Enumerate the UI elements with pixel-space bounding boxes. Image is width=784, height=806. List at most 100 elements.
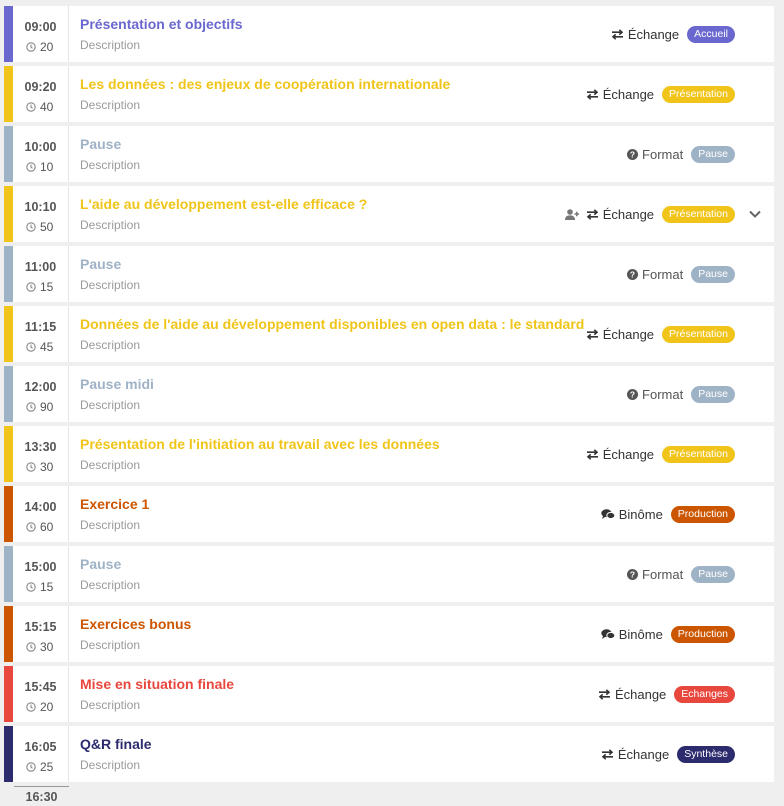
category-badge: Présentation [662,325,735,343]
session-description: Description [80,158,141,172]
agenda-row[interactable]: 09:00 20 Présentation et objectifs Descript… [4,6,774,62]
session-title[interactable]: Exercice 1 [80,496,149,512]
session-title[interactable]: Q&R finale [80,736,152,752]
exchange-type: Format [642,566,684,582]
category-color-bar [4,666,13,722]
time-column: 12:00 90 [13,366,69,422]
agenda-row[interactable]: 14:00 60 Exercice 1 Description Binôme Produc… [4,486,774,542]
category-badge: Présentation [662,85,735,103]
session-description: Description [80,638,141,652]
time-column: 15:15 30 [13,606,69,662]
start-time: 15:00 [24,560,57,574]
category-badge: Echanges [674,685,735,703]
session-title[interactable]: L'aide au développement est-elle efficac… [80,196,367,212]
agenda-row[interactable]: 15:45 20 Mise en situation finale Descripti… [4,666,774,722]
category-badge: Pause [691,385,735,403]
start-time: 09:20 [24,80,57,94]
category-badge: Production [670,505,735,523]
question-circle-icon: ? [627,388,639,400]
agenda-row[interactable]: 16:05 25 Q&R finale Description Échange Synth… [4,726,774,782]
session-title[interactable]: Présentation et objectifs [80,16,243,32]
exchange-type: Échange [602,206,655,222]
duration: 25 [26,760,53,774]
agenda-row[interactable]: 10:00 10 Pause Description? Format Pause [4,126,774,182]
arrows-exchange-icon [586,208,599,220]
agenda-row[interactable]: 10:10 50 L'aide au développement est-elle … [4,186,774,242]
agenda-row[interactable]: 13:30 30 Présentation de l'initiation au t… [4,426,774,482]
exchange-type: Format [642,146,684,162]
exchange-type: Binôme [618,626,663,642]
clock-icon [26,342,36,352]
duration: 45 [26,340,53,354]
session-title[interactable]: Pause [80,136,121,152]
duration: 50 [26,220,53,234]
time-column: 10:10 50 [13,186,69,242]
start-time: 11:00 [24,260,57,274]
duration: 60 [26,520,53,534]
start-time: 11:15 [24,320,57,334]
agenda-row[interactable]: 09:20 40 Les données : des enjeux de coopé… [4,66,774,122]
agenda-row[interactable]: 11:15 45 Données de l'aide au développemen… [4,306,774,362]
session-title[interactable]: Présentation de l'initiation au travail … [80,436,440,452]
agenda-row[interactable]: 15:00 15 Pause Description? Format Pause [4,546,774,602]
clock-icon [26,462,36,472]
time-column: 14:00 60 [13,486,69,542]
clock-icon [26,582,36,592]
session-title[interactable]: Mise en situation finale [80,676,234,692]
session-description: Description [80,338,141,352]
exchange-type: Échange [602,326,655,342]
category-badge: Production [670,625,735,643]
agenda-row[interactable]: 12:00 90 Pause midi Description? Format Pause [4,366,774,422]
session-meta: Échange Accueil [611,6,735,62]
session-meta: Échange Présentation [586,306,735,362]
start-time: 10:00 [24,140,57,154]
duration: 30 [26,460,53,474]
arrows-exchange-icon [586,328,599,340]
category-color-bar [4,126,13,182]
category-badge: Présentation [662,205,735,223]
session-title[interactable]: Données de l'aide au développement dispo… [80,316,584,332]
category-color-bar [4,246,13,302]
question-circle-icon: ? [627,268,639,280]
duration: 20 [26,700,53,714]
chevron-down-icon[interactable] [749,210,761,218]
session-title[interactable]: Pause [80,256,121,272]
duration-value: 30 [40,640,54,654]
agenda-row[interactable]: 15:15 30 Exercices bonus Description Binôme P… [4,606,774,662]
session-description: Description [80,458,141,472]
duration-value: 60 [40,520,54,534]
duration: 10 [26,160,53,174]
time-column: 11:00 15 [13,246,69,302]
exchange-type: Échange [614,686,667,702]
question-circle-icon: ? [627,568,639,580]
add-person-icon[interactable] [564,208,579,220]
session-meta: Binôme Production [601,606,735,662]
duration: 40 [26,100,53,114]
clock-icon [26,222,36,232]
agenda-row[interactable]: 11:00 15 Pause Description? Format Pause [4,246,774,302]
exchange-type: Format [642,386,684,402]
session-title[interactable]: Les données : des enjeux de coopération … [80,76,450,92]
category-badge: Présentation [662,445,735,463]
start-time: 16:05 [24,740,57,754]
svg-text:?: ? [630,389,635,399]
session-description: Description [80,38,141,52]
time-column: 09:00 20 [13,6,69,62]
start-time: 13:30 [24,440,57,454]
session-title[interactable]: Pause [80,556,121,572]
time-column: 13:30 30 [13,426,69,482]
category-badge: Pause [691,265,735,283]
session-title[interactable]: Pause midi [80,376,154,392]
category-color-bar [4,6,13,62]
session-description: Description [80,398,141,412]
category-badge: Synthèse [677,745,735,763]
duration-value: 15 [40,280,54,294]
duration-value: 20 [40,700,54,714]
category-color-bar [4,306,13,362]
svg-text:?: ? [630,569,635,579]
session-title[interactable]: Exercices bonus [80,616,191,632]
session-meta: Échange Présentation [586,66,735,122]
start-time: 15:15 [24,620,57,634]
duration-value: 40 [40,100,54,114]
agenda-list: 09:00 20 Présentation et objectifs Descript… [0,0,784,806]
